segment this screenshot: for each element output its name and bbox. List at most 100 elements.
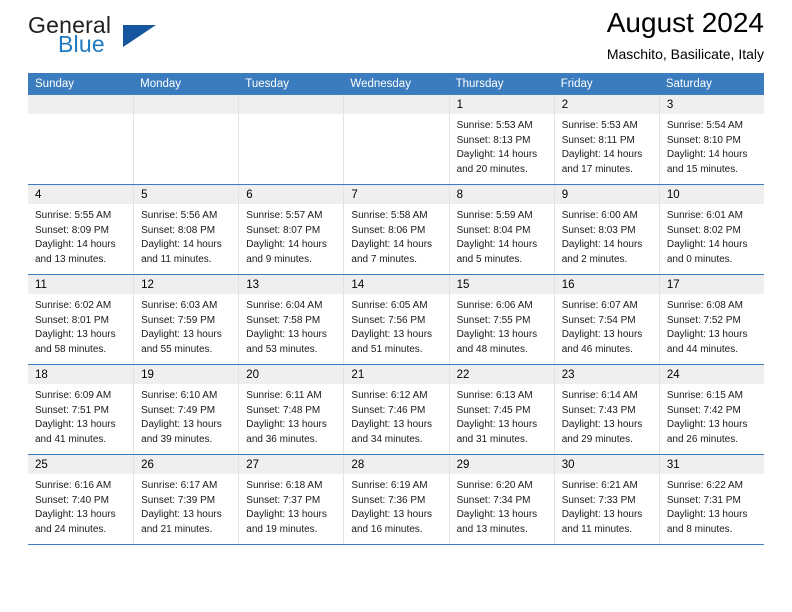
daylight-text: and 44 minutes. (666, 343, 739, 355)
calendar-day-cell[interactable]: 13 Sunrise: 6:04 AM Sunset: 7:58 PM Dayligh… (238, 275, 344, 364)
day-number: 28 (351, 459, 365, 471)
daylight-text: Daylight: 14 hours (561, 239, 643, 251)
daylight-text: and 39 minutes. (141, 433, 213, 445)
sunrise-text: Sunrise: 5:53 AM (561, 120, 638, 131)
sunset-text: Sunset: 8:03 PM (561, 224, 636, 236)
day-number-bar (344, 95, 449, 114)
daylight-text: and 34 minutes. (351, 433, 423, 445)
daylight-text: and 26 minutes. (666, 433, 739, 445)
sunrise-text: Sunrise: 6:20 AM (456, 480, 533, 491)
sunset-text: Sunset: 8:08 PM (141, 224, 216, 236)
sunset-text: Sunset: 7:37 PM (246, 494, 321, 506)
sunset-text: Sunset: 7:55 PM (456, 314, 531, 326)
calendar-day-cell[interactable]: 24 Sunrise: 6:15 AM Sunset: 7:42 PM Dayligh… (658, 365, 764, 454)
sunrise-text: Sunrise: 6:01 AM (666, 210, 743, 221)
calendar-day-cell[interactable]: 1 Sunrise: 5:53 AM Sunset: 8:13 PM Daylight… (448, 95, 554, 184)
daylight-text: and 0 minutes. (666, 253, 733, 265)
calendar-day-cell[interactable]: 2 Sunrise: 5:53 AM Sunset: 8:11 PM Daylight… (553, 95, 659, 184)
calendar-day-cell[interactable]: 12 Sunrise: 6:03 AM Sunset: 7:59 PM Dayligh… (133, 275, 239, 364)
calendar-day-cell[interactable]: 16 Sunrise: 6:07 AM Sunset: 7:54 PM Dayligh… (553, 275, 659, 364)
calendar-day-cell[interactable]: 23 Sunrise: 6:14 AM Sunset: 7:43 PM Dayligh… (553, 365, 659, 454)
day-number: 24 (666, 369, 680, 381)
day-number: 4 (35, 189, 42, 201)
calendar-day-cell[interactable]: 5 Sunrise: 5:56 AM Sunset: 8:08 PM Daylight… (133, 185, 239, 274)
title-block: August 2024 Maschito, Basilicate, Italy (607, 6, 764, 64)
sunrise-text: Sunrise: 6:09 AM (35, 390, 112, 401)
day-number-bar: 18 (28, 365, 134, 384)
day-number: 19 (141, 369, 154, 381)
daylight-text: and 31 minutes. (456, 433, 528, 445)
sunset-text: Sunset: 7:36 PM (351, 494, 426, 506)
calendar-day-cell[interactable]: 22 Sunrise: 6:13 AM Sunset: 7:45 PM Dayligh… (448, 365, 554, 454)
sunrise-text: Sunrise: 6:00 AM (561, 210, 638, 221)
calendar-day-cell[interactable]: 4 Sunrise: 5:55 AM Sunset: 8:09 PM Daylight… (28, 185, 134, 274)
sunset-text: Sunset: 8:07 PM (246, 224, 321, 236)
daylight-text: and 36 minutes. (246, 433, 318, 445)
daylight-text: and 15 minutes. (666, 163, 739, 175)
general-blue-logo[interactable]: General Blue (28, 12, 208, 64)
sunrise-text: Sunrise: 6:12 AM (351, 390, 428, 401)
calendar-day-cell[interactable]: 18 Sunrise: 6:09 AM Sunset: 7:51 PM Dayligh… (28, 365, 134, 454)
day-number-bar: 20 (239, 365, 344, 384)
sunset-text: Sunset: 7:46 PM (351, 404, 426, 416)
calendar-day-cell[interactable]: 30 Sunrise: 6:21 AM Sunset: 7:33 PM Dayligh… (553, 455, 659, 544)
day-number: 17 (666, 279, 680, 291)
calendar-day-cell[interactable]: 6 Sunrise: 5:57 AM Sunset: 8:07 PM Daylight… (238, 185, 344, 274)
calendar-day-cell[interactable]: 7 Sunrise: 5:58 AM Sunset: 8:06 PM Daylight… (343, 185, 449, 274)
calendar-day-cell[interactable]: 3 Sunrise: 5:54 AM Sunset: 8:10 PM Daylight… (658, 95, 764, 184)
calendar-day-cell[interactable]: 20 Sunrise: 6:11 AM Sunset: 7:48 PM Dayligh… (238, 365, 344, 454)
calendar-day-cell[interactable]: 21 Sunrise: 6:12 AM Sunset: 7:46 PM Dayligh… (343, 365, 449, 454)
daylight-text: Daylight: 13 hours (351, 509, 433, 521)
day-number: 15 (456, 279, 470, 291)
calendar-day-cell[interactable]: 19 Sunrise: 6:10 AM Sunset: 7:49 PM Dayligh… (133, 365, 239, 454)
daylight-text: Daylight: 13 hours (666, 419, 748, 431)
daylight-text: Daylight: 13 hours (561, 329, 643, 341)
day-details: Sunrise: 6:05 AM Sunset: 7:56 PM Daylight:… (344, 294, 448, 357)
calendar-day-cell[interactable]: 31 Sunrise: 6:22 AM Sunset: 7:31 PM Dayligh… (658, 455, 764, 544)
calendar-day-cell[interactable]: 15 Sunrise: 6:06 AM Sunset: 7:55 PM Dayligh… (448, 275, 554, 364)
calendar-day-cell[interactable]: 8 Sunrise: 5:59 AM Sunset: 8:04 PM Daylight… (448, 185, 554, 274)
day-number: 25 (35, 459, 48, 471)
day-details: Sunrise: 6:07 AM Sunset: 7:54 PM Daylight:… (555, 294, 659, 357)
calendar-day-cell[interactable]: 14 Sunrise: 6:05 AM Sunset: 7:56 PM Dayligh… (343, 275, 449, 364)
daylight-text: Daylight: 13 hours (246, 509, 327, 521)
calendar-day-cell[interactable]: 10 Sunrise: 6:01 AM Sunset: 8:02 PM Dayligh… (658, 185, 764, 274)
daylight-text: and 17 minutes. (561, 163, 633, 175)
weekday-header-row: Sunday Monday Tuesday Wednesday Thursday Frid… (28, 73, 764, 95)
daylight-text: and 20 minutes. (456, 163, 528, 175)
calendar-day-cell[interactable]: 17 Sunrise: 6:08 AM Sunset: 7:52 PM Dayligh… (658, 275, 764, 364)
sunset-text: Sunset: 8:01 PM (35, 314, 109, 326)
daylight-text: Daylight: 14 hours (666, 149, 748, 161)
day-number-bar: 11 (28, 275, 134, 294)
daylight-text: and 24 minutes. (35, 523, 107, 535)
calendar-day-cell[interactable]: 29 Sunrise: 6:20 AM Sunset: 7:34 PM Dayligh… (448, 455, 554, 544)
day-number-bar: 14 (344, 275, 449, 294)
sunset-text: Sunset: 8:04 PM (456, 224, 531, 236)
sunset-text: Sunset: 7:49 PM (141, 404, 216, 416)
calendar-day-cell[interactable]: 26 Sunrise: 6:17 AM Sunset: 7:39 PM Dayligh… (133, 455, 239, 544)
sunset-text: Sunset: 7:54 PM (561, 314, 636, 326)
day-number: 5 (141, 189, 148, 201)
calendar-day-cell[interactable]: 9 Sunrise: 6:00 AM Sunset: 8:03 PM Daylight… (553, 185, 659, 274)
daylight-text: Daylight: 13 hours (35, 329, 116, 341)
day-number-bar: 4 (28, 185, 134, 204)
page-subtitle-location: Maschito, Basilicate, Italy (606, 46, 764, 62)
sunset-text: Sunset: 7:40 PM (35, 494, 109, 506)
day-number-bar: 24 (659, 365, 764, 384)
day-number-bar: 27 (239, 455, 344, 474)
daylight-text: and 5 minutes. (456, 253, 523, 265)
daylight-text: and 53 minutes. (246, 343, 318, 355)
calendar-day-cell[interactable]: 11 Sunrise: 6:02 AM Sunset: 8:01 PM Dayligh… (28, 275, 134, 364)
sunset-text: Sunset: 7:31 PM (666, 494, 741, 506)
calendar-day-cell[interactable]: 28 Sunrise: 6:19 AM Sunset: 7:36 PM Dayligh… (343, 455, 449, 544)
calendar-cell-empty (133, 95, 239, 184)
daylight-text: Daylight: 13 hours (246, 419, 327, 431)
daylight-text: Daylight: 13 hours (666, 329, 748, 341)
calendar-day-cell[interactable]: 27 Sunrise: 6:18 AM Sunset: 7:37 PM Dayligh… (238, 455, 344, 544)
day-number: 29 (456, 459, 470, 471)
day-number-bar: 29 (449, 455, 554, 474)
day-details: Sunrise: 6:19 AM Sunset: 7:36 PM Daylight:… (344, 474, 448, 537)
daylight-text: and 58 minutes. (35, 343, 107, 355)
calendar-day-cell[interactable]: 25 Sunrise: 6:16 AM Sunset: 7:40 PM Dayligh… (28, 455, 134, 544)
calendar-week-row: 18 Sunrise: 6:09 AM Sunset: 7:51 PM Dayligh… (28, 364, 764, 454)
